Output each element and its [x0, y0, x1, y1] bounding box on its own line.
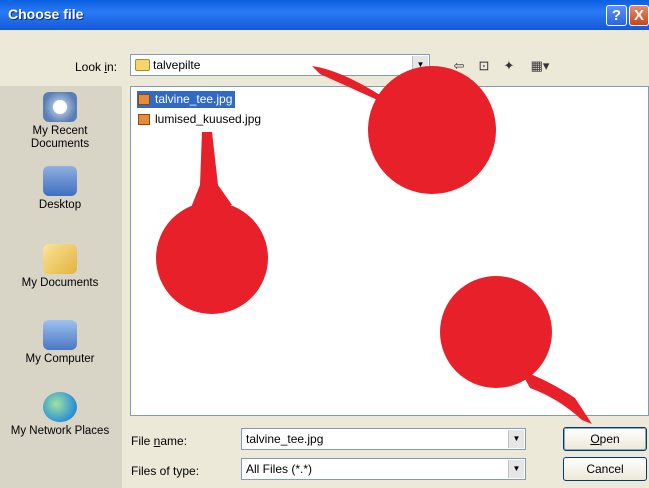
annotation-marker-top: [312, 66, 496, 194]
annotation-marker-right: [440, 276, 592, 424]
annotation-overlay: [156, 66, 592, 424]
annotation-marker-left: [156, 132, 268, 314]
